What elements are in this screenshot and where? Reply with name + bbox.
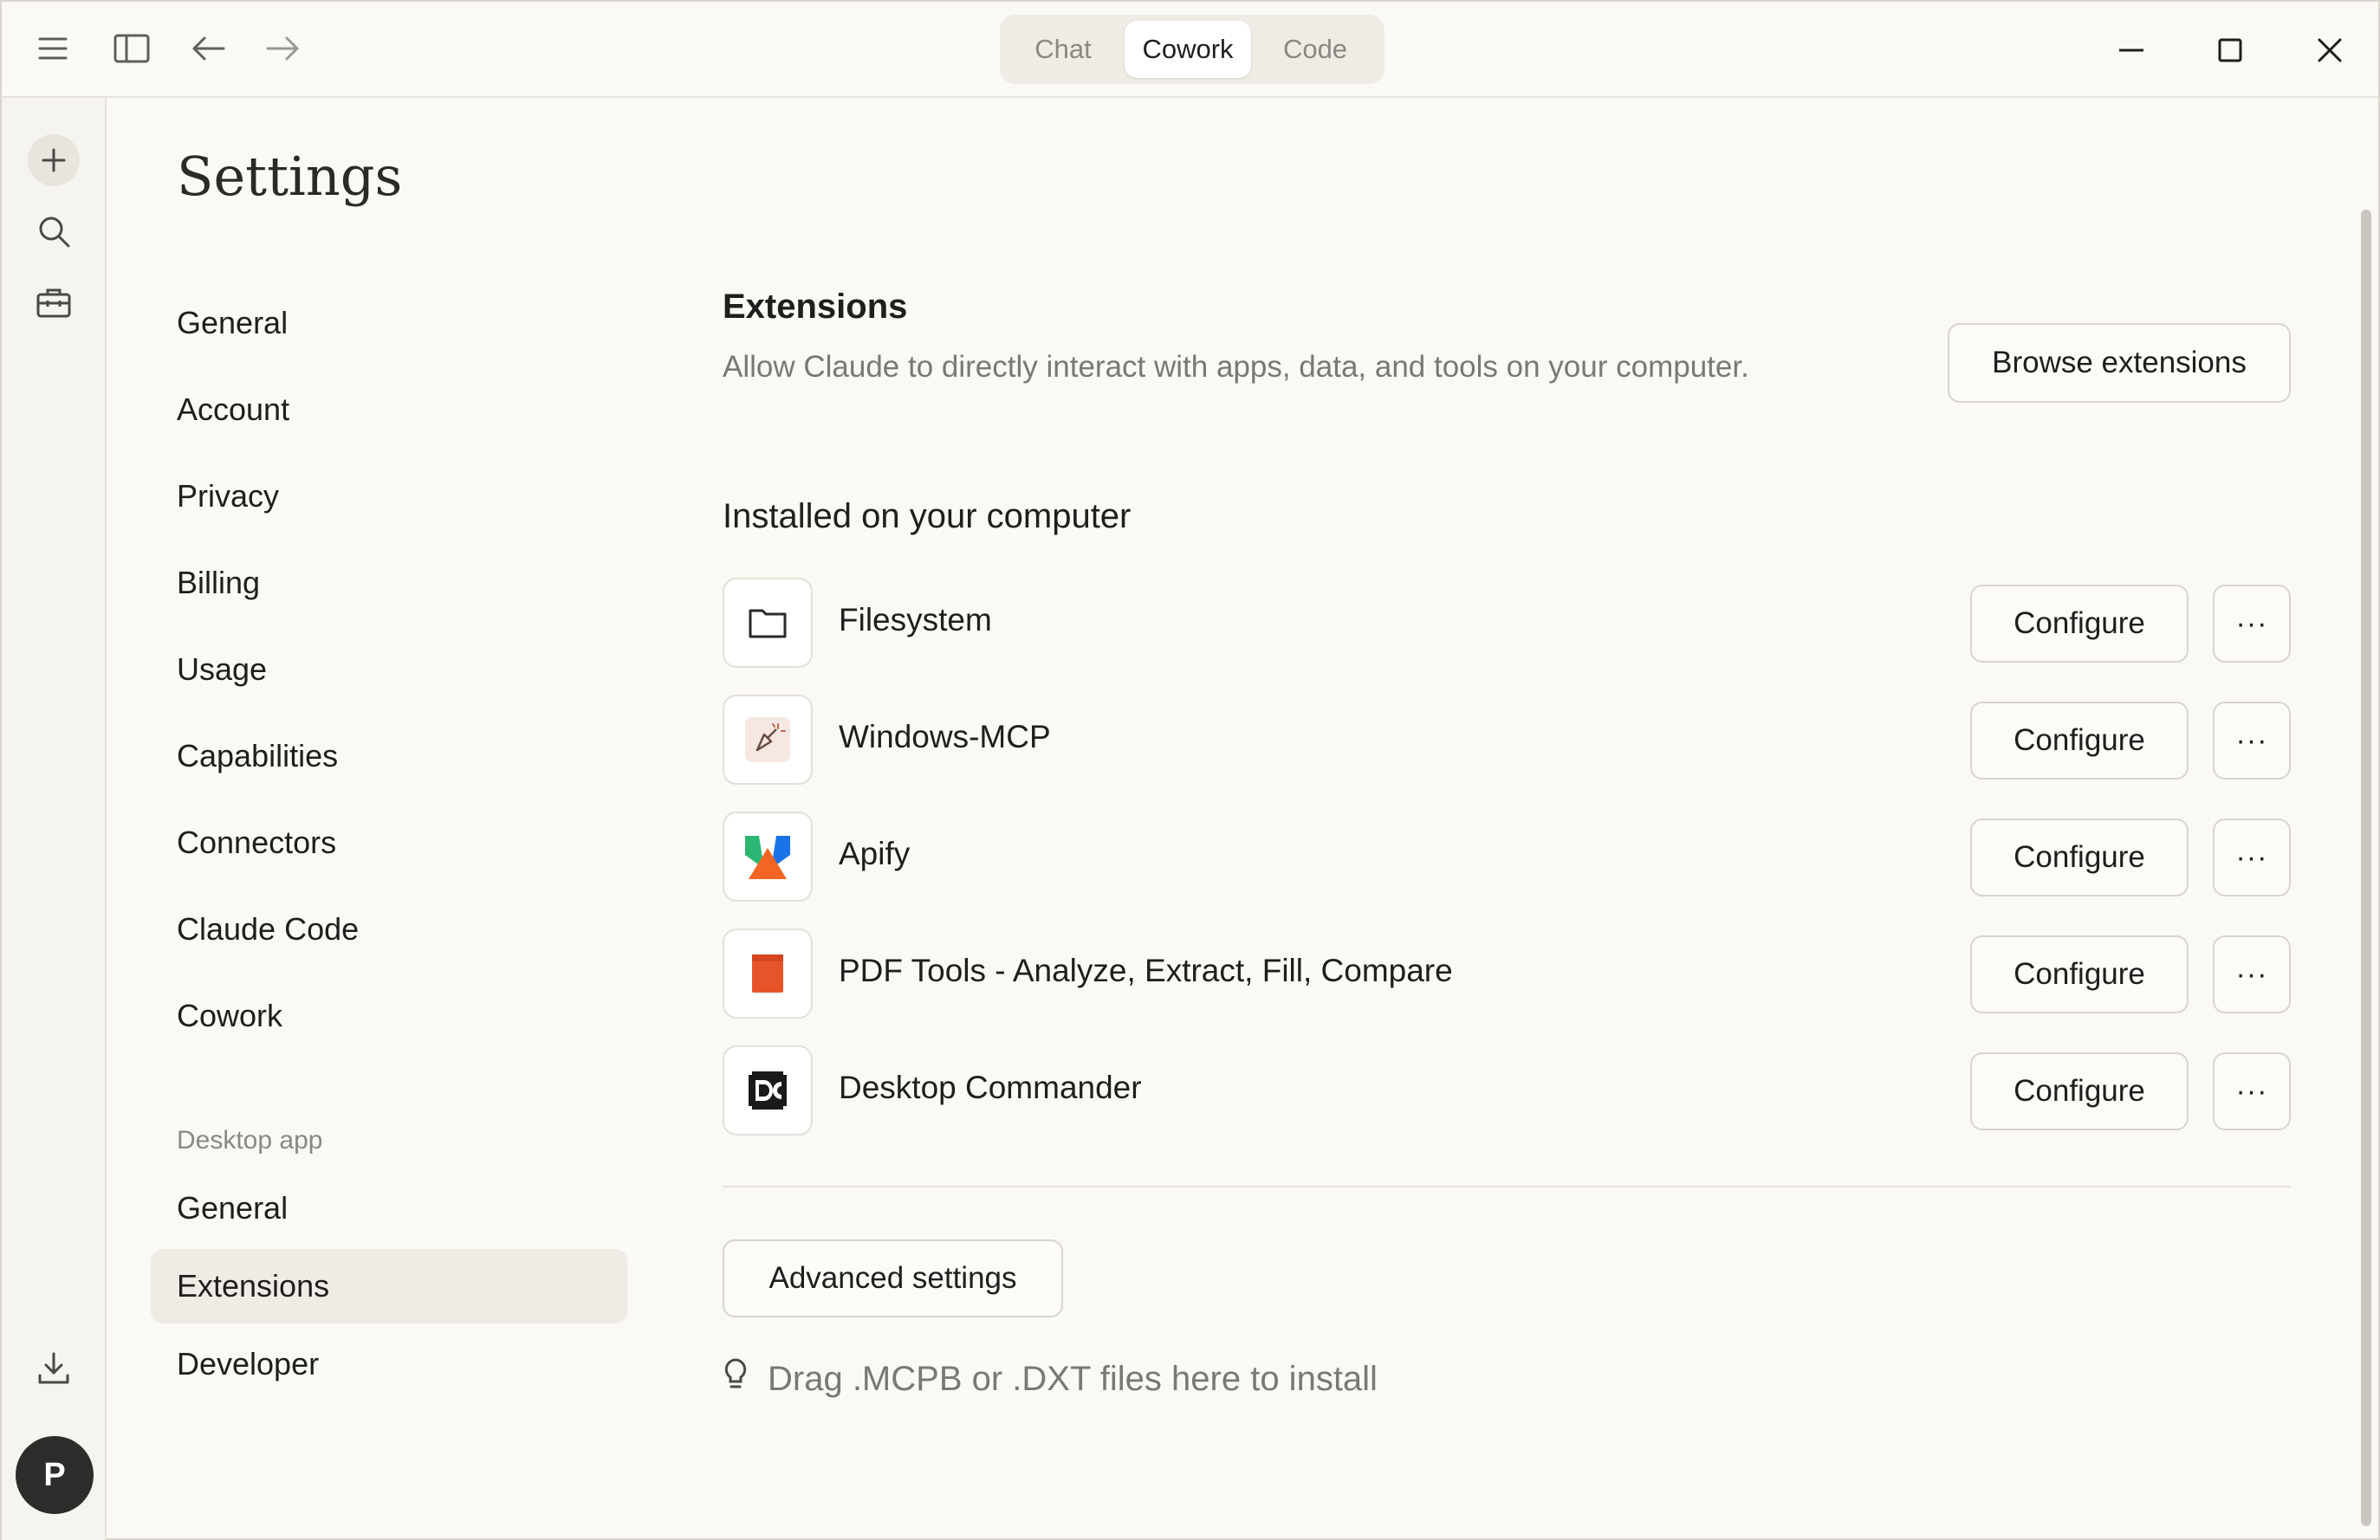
more-options-button[interactable]: ··· — [2213, 1052, 2291, 1130]
mode-switcher: Chat Cowork Code — [1000, 15, 1385, 84]
new-chat-plus-icon[interactable] — [28, 134, 80, 186]
nav-desktop-general[interactable]: General — [151, 1171, 627, 1246]
toolbox-icon[interactable] — [28, 276, 80, 328]
maximize-icon[interactable] — [2204, 24, 2256, 76]
drop-hint-text: Drag .MCPB or .DXT files here to install — [768, 1359, 1378, 1398]
extension-row-filesystem: Filesystem Configure ··· — [723, 578, 2291, 668]
extension-name: PDF Tools - Analyze, Extract, Fill, Comp… — [839, 953, 1453, 988]
extension-name: Desktop Commander — [839, 1070, 1142, 1105]
nav-cowork[interactable]: Cowork — [151, 979, 627, 1053]
more-options-button[interactable]: ··· — [2213, 702, 2291, 780]
lightbulb-icon — [723, 1357, 749, 1401]
extension-name: Apify — [839, 836, 911, 871]
nav-privacy[interactable]: Privacy — [151, 459, 627, 534]
back-arrow-icon[interactable] — [185, 24, 233, 73]
apify-logo-icon — [723, 812, 813, 902]
divider — [723, 1186, 2291, 1187]
search-icon[interactable] — [28, 205, 80, 257]
scrollbar[interactable] — [2361, 210, 2371, 1526]
folder-icon — [723, 578, 813, 668]
desktop-commander-logo-icon — [723, 1045, 813, 1136]
minimize-icon[interactable] — [2105, 24, 2157, 76]
avatar[interactable]: P — [16, 1436, 94, 1514]
extension-name: Filesystem — [839, 602, 992, 637]
page-title: Settings — [177, 145, 403, 208]
configure-button[interactable]: Configure — [1970, 702, 2189, 780]
left-rail: P — [2, 98, 107, 1540]
extension-row-windows-mcp: Windows-MCP Configure ··· — [723, 695, 2291, 785]
installed-section-title: Installed on your computer — [723, 497, 1132, 535]
tab-chat[interactable]: Chat — [1005, 21, 1121, 78]
nav-connectors[interactable]: Connectors — [151, 806, 627, 880]
extension-row-apify: Apify Configure ··· — [723, 812, 2291, 902]
sidebar-toggle-icon[interactable] — [107, 24, 156, 73]
nav-usage[interactable]: Usage — [151, 632, 627, 707]
nav-extensions[interactable]: Extensions — [151, 1249, 627, 1323]
extension-name: Windows-MCP — [839, 719, 1051, 754]
configure-button[interactable]: Configure — [1970, 819, 2189, 896]
drop-hint: Drag .MCPB or .DXT files here to install — [723, 1357, 1378, 1401]
close-icon[interactable] — [2304, 24, 2356, 76]
extension-row-pdf-tools: PDF Tools - Analyze, Extract, Fill, Comp… — [723, 929, 2291, 1019]
configure-button[interactable]: Configure — [1970, 585, 2189, 663]
nav-account[interactable]: Account — [151, 372, 627, 447]
cursor-sparkle-icon — [723, 695, 813, 785]
nav-general[interactable]: General — [151, 286, 627, 360]
configure-button[interactable]: Configure — [1970, 1052, 2189, 1130]
tab-cowork[interactable]: Cowork — [1125, 21, 1251, 78]
desktop-app-section-label: Desktop app — [177, 1126, 323, 1155]
more-options-button[interactable]: ··· — [2213, 935, 2291, 1013]
download-icon[interactable] — [28, 1343, 80, 1394]
extensions-heading: Extensions — [723, 288, 908, 326]
forward-arrow-icon[interactable] — [258, 24, 307, 73]
nav-developer[interactable]: Developer — [151, 1327, 627, 1401]
hamburger-menu-icon[interactable] — [29, 24, 77, 73]
extensions-description: Allow Claude to directly interact with a… — [723, 350, 1749, 384]
nav-claude-code[interactable]: Claude Code — [151, 892, 627, 967]
tab-code[interactable]: Code — [1255, 21, 1376, 78]
pdf-document-icon — [723, 929, 813, 1019]
configure-button[interactable]: Configure — [1970, 935, 2189, 1013]
more-options-button[interactable]: ··· — [2213, 819, 2291, 896]
more-options-button[interactable]: ··· — [2213, 585, 2291, 663]
app-window: Chat Cowork Code P Settings General Acco… — [0, 0, 2380, 1540]
advanced-settings-button[interactable]: Advanced settings — [723, 1239, 1063, 1317]
nav-capabilities[interactable]: Capabilities — [151, 719, 627, 793]
nav-billing[interactable]: Billing — [151, 546, 627, 620]
title-bar: Chat Cowork Code — [2, 2, 2378, 98]
extension-row-desktop-commander: Desktop Commander Configure ··· — [723, 1045, 2291, 1136]
browse-extensions-button[interactable]: Browse extensions — [1948, 323, 2291, 403]
